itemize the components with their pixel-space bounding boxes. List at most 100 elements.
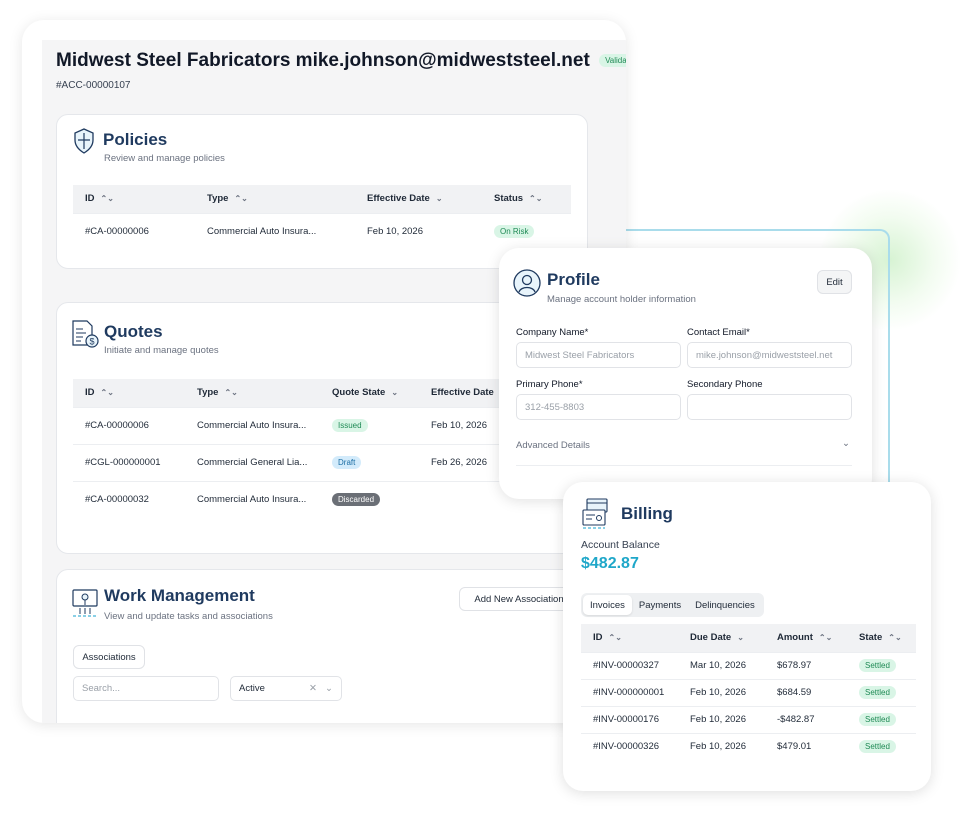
table-row[interactable]: #CGL-000000001 Commercial General Lia...… [73,443,571,481]
invoice-id-link[interactable]: #INV-00000176 [581,705,678,733]
tab-invoices[interactable]: Invoices [583,595,632,615]
col-amount[interactable]: Amount ⌃⌄ [765,624,847,652]
quote-document-icon: $ [72,320,99,348]
chevron-down-icon[interactable]: ⌄ [325,683,333,694]
col-quote-state[interactable]: Quote State ⌄ [320,379,419,407]
col-type[interactable]: Type ⌃⌄ [185,379,320,407]
col-state[interactable]: State ⌃⌄ [847,624,916,652]
quote-state: Draft [320,443,419,481]
policies-subtitle: Review and manage policies [104,153,225,164]
quote-id-link[interactable]: #CA-00000006 [73,406,185,444]
policy-id-link[interactable]: #CA-00000006 [73,212,195,250]
account-id: #ACC-00000107 [56,80,131,91]
tab-payments[interactable]: Payments [632,595,688,615]
primary-phone-label: Primary Phone* [516,379,583,390]
invoice-due-date: Feb 10, 2026 [678,678,765,706]
quote-type: Commercial Auto Insura... [185,406,320,444]
invoice-state: Settled [847,651,916,679]
chevron-down-icon: ⌄ [842,438,850,449]
tab-delinquencies[interactable]: Delinquencies [688,595,762,615]
policies-title: Policies [103,130,168,149]
edit-button[interactable]: Edit [817,270,852,294]
policies-table: ID ⌃⌄ Type ⌃⌄ Effective Date ⌄ Status ⌃⌄ #CA… [73,185,571,250]
quote-id-link[interactable]: #CA-00000032 [73,480,185,518]
invoice-state: Settled [847,705,916,733]
col-effective-date[interactable]: Effective Date ⌄ [355,185,482,213]
invoice-amount: $684.59 [765,678,847,706]
primary-phone-field[interactable]: 312-455-8803 [516,394,681,420]
invoice-amount: -$482.87 [765,705,847,733]
contact-email-field[interactable]: mike.johnson@midweststeel.net [687,342,852,368]
profile-title: Profile [547,270,600,289]
invoices-table: ID ⌃⌄ Due Date ⌄ Amount ⌃⌄ State ⌃⌄ #INV-000… [581,624,916,760]
contact-email-label: Contact Email* [687,327,750,338]
table-row[interactable]: #CA-00000032 Commercial Auto Insura... D… [73,480,571,518]
col-due-date[interactable]: Due Date ⌄ [678,624,765,652]
table-header: ID ⌃⌄ Due Date ⌄ Amount ⌃⌄ State ⌃⌄ [581,624,916,652]
policy-status: On Risk [482,212,571,250]
table-header: ID ⌃⌄ Type ⌃⌄ Effective Date ⌄ Status ⌃⌄ [73,185,571,213]
work-management-subtitle: View and update tasks and associations [104,611,273,622]
quote-type: Commercial Auto Insura... [185,480,320,518]
work-management-panel: Work Management View and update tasks an… [56,569,588,723]
col-id[interactable]: ID ⌃⌄ [581,624,678,652]
secondary-phone-field[interactable] [687,394,852,420]
account-title: Midwest Steel Fabricators mike.johnson@m… [56,50,626,72]
quote-id-link[interactable]: #CGL-000000001 [73,443,185,481]
invoice-due-date: Feb 10, 2026 [678,705,765,733]
invoice-id-link[interactable]: #INV-000000001 [581,678,678,706]
billing-tabs: Invoices Payments Delinquencies [581,593,764,617]
add-association-button[interactable]: Add New Association [459,587,579,611]
clear-icon[interactable]: ✕ [309,683,317,694]
status-filter-value: Active [239,683,265,694]
col-status[interactable]: Status ⌃⌄ [482,185,571,213]
validated-badge: Validated [599,54,626,68]
user-avatar-icon [513,269,541,297]
work-management-title: Work Management [104,586,255,605]
status-badge: Discarded [332,493,381,507]
col-id[interactable]: ID ⌃⌄ [73,379,185,407]
advanced-details-label: Advanced Details [516,440,590,451]
col-type[interactable]: Type ⌃⌄ [195,185,355,213]
quotes-subtitle: Initiate and manage quotes [104,345,219,356]
table-row[interactable]: #INV-00000176 Feb 10, 2026 -$482.87 Sett… [581,705,916,733]
shield-icon [74,128,94,154]
col-id[interactable]: ID ⌃⌄ [73,185,195,213]
invoice-id-link[interactable]: #INV-00000327 [581,651,678,679]
status-badge: Settled [859,686,896,699]
invoice-due-date: Feb 10, 2026 [678,732,765,760]
associations-button[interactable]: Associations [73,645,145,669]
policy-type: Commercial Auto Insura... [195,212,355,250]
invoice-amount: $678.97 [765,651,847,679]
policy-date: Feb 10, 2026 [355,212,482,250]
status-badge: Settled [859,659,896,672]
svg-text:$: $ [89,337,94,347]
table-row[interactable]: #INV-00000327 Mar 10, 2026 $678.97 Settl… [581,651,916,679]
table-row[interactable]: #CA-00000006 Commercial Auto Insura... F… [73,212,571,250]
status-badge: On Risk [494,225,535,239]
quote-type: Commercial General Lia... [185,443,320,481]
status-badge: Settled [859,713,896,726]
table-row[interactable]: #INV-00000326 Feb 10, 2026 $479.01 Settl… [581,732,916,760]
advanced-details-toggle[interactable]: Advanced Details ⌄ [516,438,852,466]
account-name: Midwest Steel Fabricators mike.johnson@m… [56,50,590,71]
table-row[interactable]: #INV-000000001 Feb 10, 2026 $684.59 Sett… [581,678,916,706]
company-name-field[interactable]: Midwest Steel Fabricators [516,342,681,368]
status-badge: Settled [859,740,896,754]
account-balance-label: Account Balance [581,539,660,551]
policies-panel: Policies Review and manage policies ID ⌃⌄… [56,114,588,269]
account-balance-value: $482.87 [581,555,639,572]
table-row[interactable]: #CA-00000006 Commercial Auto Insura... I… [73,406,571,444]
work-management-icon [72,589,98,617]
secondary-phone-label: Secondary Phone [687,379,763,390]
status-filter-select[interactable]: Active ✕ ⌄ [230,676,342,701]
quote-state: Issued [320,406,419,444]
quotes-table: ID ⌃⌄ Type ⌃⌄ Quote State ⌄ Effective Date … [73,379,571,518]
search-input[interactable]: Search... [73,676,219,701]
status-badge: Draft [332,456,362,469]
invoice-due-date: Mar 10, 2026 [678,651,765,679]
invoice-id-link[interactable]: #INV-00000326 [581,732,678,760]
invoice-state: Settled [847,678,916,706]
quotes-title: Quotes [104,322,163,341]
billing-card: Billing Account Balance $482.87 Invoices… [563,482,931,791]
